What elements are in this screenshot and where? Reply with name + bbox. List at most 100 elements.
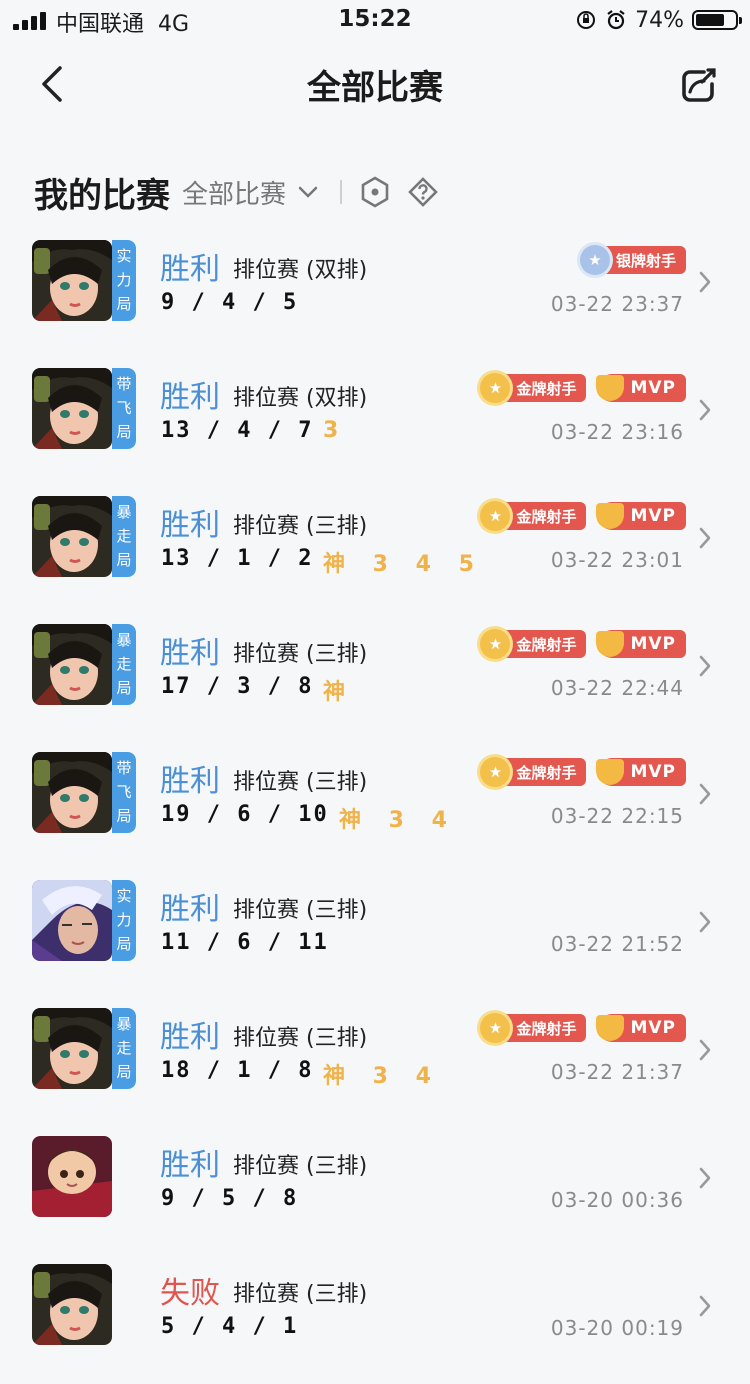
orientation-lock-icon <box>577 11 596 29</box>
performance-tag: 暴走局 <box>112 496 136 577</box>
hero-avatar: 暴走局 <box>32 624 136 705</box>
share-icon[interactable] <box>678 64 718 104</box>
divider <box>340 180 343 204</box>
star-medal-icon: ★ <box>480 757 511 787</box>
badge-label: 金牌射手 <box>516 379 577 398</box>
match-result: 胜利 <box>160 892 220 927</box>
match-filter-dropdown[interactable]: 全部比赛 <box>182 174 318 211</box>
match-row[interactable]: 暴走局胜利 排位赛 (三排) 18 / 1 / 8神 3 4 ★ 金牌射手 MVP 03-2… <box>0 1000 750 1128</box>
tag-char: 局 <box>116 295 132 314</box>
gold-medal-badge: ★ 金牌射手 <box>480 501 587 531</box>
tag-char: 走 <box>116 526 132 545</box>
badge-label: MVP <box>630 1018 676 1038</box>
hero-avatar: 实力局 <box>32 240 136 321</box>
chevron-right-icon <box>699 911 711 933</box>
match-mode: 排位赛 (三排) <box>233 642 368 667</box>
chevron-right-icon <box>699 1167 711 1189</box>
kda-stats: 19 / 6 / 10 <box>161 802 329 827</box>
hero-portrait <box>32 1136 112 1217</box>
tag-char: 暴 <box>116 502 132 521</box>
star-medal-icon: ★ <box>480 501 511 531</box>
tag-char: 暴 <box>116 630 132 649</box>
tag-char: 飞 <box>116 398 132 417</box>
star-medal-icon: ★ <box>480 629 511 659</box>
tag-char: 局 <box>116 551 132 570</box>
performance-tag: 实力局 <box>112 240 136 321</box>
battery-icon <box>692 10 742 30</box>
kda-stats: 18 / 1 / 8 <box>161 1058 314 1083</box>
hero-avatar <box>32 1264 136 1345</box>
honor-badges: ★ 金牌射手 MVP <box>480 501 686 531</box>
trophy-icon <box>596 631 625 657</box>
match-row[interactable]: 失败 排位赛 (三排) 5 / 4 / 1 03-20 00:19 <box>0 1256 750 1384</box>
tag-char: 飞 <box>116 782 132 801</box>
hero-avatar: 暴走局 <box>32 1008 136 1089</box>
performance-tag: 带飞局 <box>112 752 136 833</box>
hero-portrait <box>32 1264 112 1345</box>
mvp-badge: MVP <box>596 758 686 786</box>
match-time: 03-22 22:15 <box>550 804 684 828</box>
silver-medal-badge: ★ 银牌射手 <box>579 245 686 275</box>
star-medal-icon: ★ <box>480 373 511 403</box>
match-time: 03-20 00:19 <box>550 1316 684 1340</box>
honor-badges: ★ 金牌射手 MVP <box>480 757 686 787</box>
badge-label: 金牌射手 <box>516 507 577 526</box>
battery-percent: 74% <box>635 7 684 33</box>
kda-stats: 17 / 3 / 8 <box>161 674 314 699</box>
hero-portrait <box>32 624 112 705</box>
match-result: 胜利 <box>160 1020 220 1055</box>
mvp-badge: MVP <box>596 374 686 402</box>
tag-char: 力 <box>116 910 132 929</box>
status-bar: 中国联通 4G 15:22 74% <box>0 0 750 40</box>
tag-char: 局 <box>116 1063 132 1082</box>
star-medal-icon: ★ <box>579 245 610 275</box>
hero-avatar: 暴走局 <box>32 496 136 577</box>
multikill-marks: 神 3 4 5 <box>323 552 484 577</box>
match-mode: 排位赛 (双排) <box>233 258 368 283</box>
match-result: 胜利 <box>160 380 220 415</box>
badge-label: 金牌射手 <box>516 763 577 782</box>
match-result: 胜利 <box>160 252 220 287</box>
badge-label: MVP <box>630 762 676 782</box>
trophy-icon <box>596 375 625 401</box>
tag-char: 带 <box>116 374 132 393</box>
match-row[interactable]: 暴走局胜利 排位赛 (三排) 13 / 1 / 2神 3 4 5 ★ 金牌射手 MVP 03… <box>0 488 750 616</box>
badge-label: MVP <box>630 634 676 654</box>
chevron-right-icon <box>699 655 711 677</box>
trophy-icon <box>596 1015 625 1041</box>
hero-portrait <box>32 368 112 449</box>
honor-badges: ★ 金牌射手 MVP <box>480 629 686 659</box>
badge-label: 金牌射手 <box>516 635 577 654</box>
match-result: 胜利 <box>160 636 220 671</box>
match-row[interactable]: 暴走局胜利 排位赛 (三排) 17 / 3 / 8 神 ★ 金牌射手 MVP 03-22 22… <box>0 616 750 744</box>
match-row[interactable]: 实力局胜利 排位赛 (双排) 9 / 4 / 5 ★ 银牌射手 03-22 23:37 <box>0 232 750 360</box>
kda-stats: 9 / 4 / 5 <box>161 290 299 315</box>
nav-bar: 全部比赛 <box>0 40 750 130</box>
chevron-right-icon <box>699 399 711 421</box>
page-title: 全部比赛 <box>307 68 443 108</box>
hero-portrait <box>32 240 112 321</box>
match-mode: 排位赛 (三排) <box>233 898 368 923</box>
hero-portrait <box>32 880 112 961</box>
multikill-marks: 神 <box>323 680 356 705</box>
hero-portrait <box>32 1008 112 1089</box>
hero-portrait <box>32 496 112 577</box>
kda-stats: 13 / 1 / 2 <box>161 546 314 571</box>
help-icon[interactable] <box>408 177 438 207</box>
chevron-right-icon <box>699 1039 711 1061</box>
filter-label: 全部比赛 <box>182 179 287 210</box>
kda-stats: 9 / 5 / 8 <box>161 1186 299 1211</box>
match-row[interactable]: 胜利 排位赛 (三排) 9 / 5 / 8 03-20 00:36 <box>0 1128 750 1256</box>
match-row[interactable]: 实力局胜利 排位赛 (三排) 11 / 6 / 11 03-22 21:52 <box>0 872 750 1000</box>
honor-badges: ★ 银牌射手 <box>579 245 686 275</box>
match-result: 胜利 <box>160 508 220 543</box>
badge-label: MVP <box>630 506 676 526</box>
honor-badges: ★ 金牌射手 MVP <box>480 1013 686 1043</box>
match-time: 03-22 21:37 <box>550 1060 684 1084</box>
match-row[interactable]: 带飞局胜利 排位赛 (三排) 19 / 6 / 10 神 3 4 ★ 金牌射手 MVP 03-… <box>0 744 750 872</box>
tag-char: 带 <box>116 758 132 777</box>
tag-char: 局 <box>116 423 132 442</box>
gold-medal-badge: ★ 金牌射手 <box>480 1013 587 1043</box>
hexagon-settings-icon[interactable] <box>360 176 390 208</box>
match-row[interactable]: 带飞局胜利 排位赛 (双排) 13 / 4 / 7 3 ★ 金牌射手 MVP 03-22 23… <box>0 360 750 488</box>
